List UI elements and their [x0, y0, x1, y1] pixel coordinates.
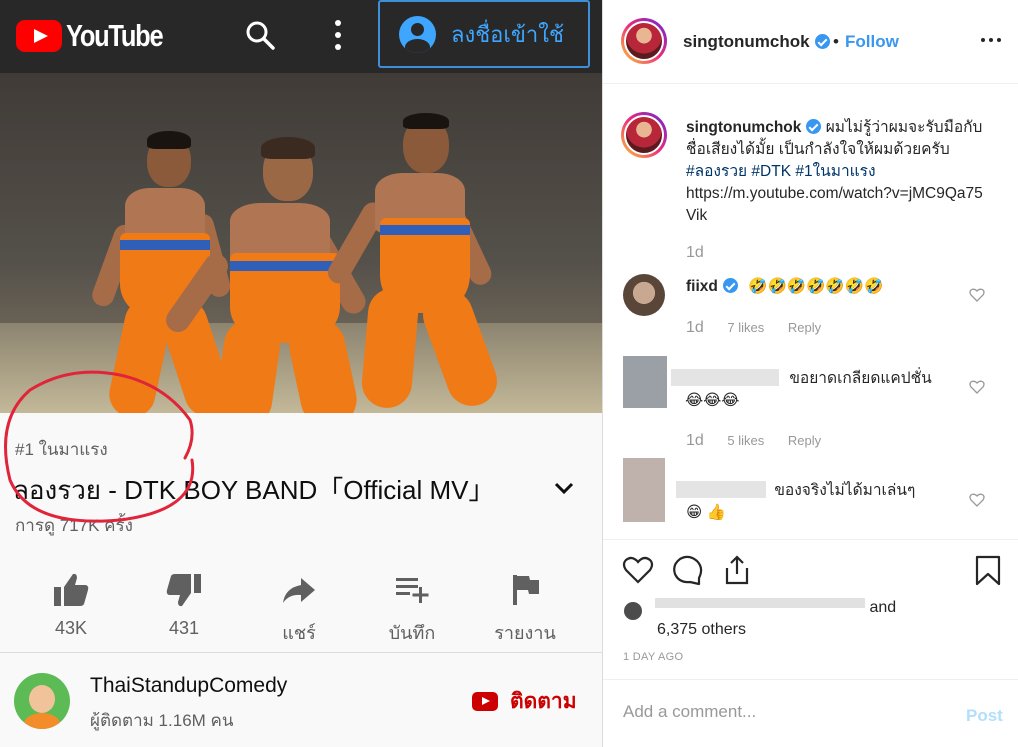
youtube-header: YouTube ลงชื่อเข้าใช้ [0, 0, 602, 73]
comment-meta: 1d 5 likes Reply [686, 432, 841, 450]
search-icon[interactable] [244, 19, 276, 51]
bookmark-icon[interactable] [972, 554, 1004, 586]
post-date[interactable]: 1 DAY AGO [623, 651, 683, 663]
blurred-liker-names[interactable] [655, 598, 865, 608]
youtube-panel: YouTube ลงชื่อเข้าใช้ #1 ในมาแรง ลองรวย … [0, 0, 602, 747]
channel-avatar[interactable] [14, 673, 70, 729]
signin-label: ลงชื่อเข้าใช้ [451, 21, 564, 47]
reply-button[interactable]: Reply [788, 433, 821, 448]
add-comment-bar: Post [603, 679, 1018, 747]
reply-button[interactable]: Reply [788, 320, 821, 335]
youtube-subscribe-icon [472, 692, 498, 711]
heart-icon[interactable] [622, 554, 654, 586]
caption-time[interactable]: 1d [686, 244, 704, 261]
video-info: #1 ในมาแรง ลองรวย - DTK BOY BAND「Officia… [0, 413, 602, 649]
action-bar: 43K 431 แชร์ บันทึก รายงาน [0, 558, 602, 648]
author-avatar[interactable] [621, 18, 667, 64]
share-button[interactable]: แชร์ [244, 558, 354, 648]
comment-emojis: 😂😂😂 [685, 392, 740, 409]
comment-icon[interactable] [672, 554, 704, 586]
subscribe-label: ติดตาม [510, 690, 577, 713]
instagram-panel: singtonumchok • Follow singtonumchok ผมไ… [603, 0, 1018, 747]
comment-text: ขอยาดเกลียดแคปชั่น [789, 370, 932, 387]
comment-avatar-blurred[interactable] [623, 458, 665, 522]
save-label: บันทึก [388, 623, 436, 643]
post-button[interactable]: Post [966, 706, 1003, 726]
comments-section[interactable]: singtonumchok ผมไม่รู้ว่าผมจะรับมือกับชื… [603, 84, 1018, 539]
separator-dot: • [833, 32, 839, 51]
caption-username[interactable]: singtonumchok [686, 119, 801, 136]
blurred-username[interactable] [671, 369, 779, 386]
comment-1: fiixd 🤣🤣🤣🤣🤣🤣🤣 [686, 276, 883, 298]
comment-username[interactable]: fiixd [686, 278, 718, 295]
thumbs-up-icon [54, 573, 89, 606]
caption-hashtags[interactable]: #ลองรวย #DTK #1ในมาแรง [686, 163, 876, 180]
more-options-icon[interactable] [979, 36, 1003, 44]
comment-text: 🤣🤣🤣🤣🤣🤣🤣 [748, 278, 884, 295]
dislike-button[interactable]: 431 [129, 558, 239, 648]
subscribe-button[interactable]: ติดตาม [472, 685, 577, 718]
dancer-right [323, 113, 505, 413]
dislike-count: 431 [168, 618, 200, 638]
flag-icon [513, 575, 539, 605]
likes-and: and [869, 599, 897, 616]
trending-label[interactable]: #1 ในมาแรง [15, 436, 108, 463]
heart-icon[interactable] [969, 379, 985, 395]
view-count: การดู 717K ครั้ง [15, 516, 133, 535]
share-icon [283, 578, 315, 603]
author-username[interactable]: singtonumchok [683, 32, 830, 52]
verified-icon [814, 34, 830, 49]
more-vert-icon[interactable] [333, 20, 343, 50]
signin-button[interactable]: ลงชื่อเข้าใช้ [378, 0, 590, 68]
video-title: ลองรวย - DTK BOY BAND「Official MV」 [13, 475, 495, 505]
youtube-play-icon [16, 20, 62, 52]
thumbs-down-icon [166, 574, 201, 607]
share-icon[interactable] [721, 554, 753, 586]
comment-3: ของจริงไม่ได้มาเล่นๆ 😁 👍 [676, 480, 961, 524]
likes-others[interactable]: 6,375 others [657, 621, 746, 638]
comment-time[interactable]: 1d [686, 319, 704, 336]
youtube-logo[interactable]: YouTube [16, 18, 184, 53]
like-count: 43K [54, 618, 88, 638]
subscriber-count: ผู้ติดตาม 1.16M คน [90, 711, 234, 730]
comment-emojis: 😁 👍 [686, 504, 726, 521]
follow-button[interactable]: Follow [845, 32, 899, 52]
comment-avatar-blurred[interactable] [623, 356, 667, 408]
youtube-logo-text: YouTube [66, 18, 164, 53]
caption: singtonumchok ผมไม่รู้ว่าผมจะรับมือกับชื… [686, 117, 986, 227]
heart-icon[interactable] [969, 492, 985, 508]
likes-summary[interactable]: and 6,375 others [623, 597, 1003, 641]
comment-time[interactable]: 1d [686, 432, 704, 449]
comment-likes[interactable]: 7 likes [727, 320, 764, 335]
account-icon [399, 15, 436, 53]
like-button[interactable]: 43K [16, 558, 126, 648]
share-label: แชร์ [282, 623, 316, 643]
post-actions [603, 539, 1018, 599]
caption-avatar[interactable] [621, 112, 667, 158]
caption-meta: 1d [686, 244, 724, 262]
add-comment-input[interactable] [623, 702, 923, 722]
chevron-down-icon[interactable] [553, 480, 575, 496]
save-button[interactable]: บันทึก [357, 558, 467, 648]
verified-icon [806, 119, 822, 134]
report-label: รายงาน [494, 623, 556, 643]
post-header: singtonumchok • Follow [603, 0, 1018, 84]
comment-likes[interactable]: 5 likes [727, 433, 764, 448]
verified-icon [722, 278, 738, 293]
comment-2: ขอยาดเกลียดแคปชั่น 😂😂😂 [671, 368, 961, 412]
channel-name[interactable]: ThaiStandupComedy [90, 674, 287, 698]
blurred-username[interactable] [676, 481, 766, 498]
report-button[interactable]: รายงาน [470, 558, 580, 648]
heart-icon[interactable] [969, 287, 985, 303]
add-to-playlist-icon [396, 578, 429, 603]
channel-row[interactable]: ThaiStandupComedy ผู้ติดตาม 1.16M คน ติด… [0, 652, 602, 747]
caption-url[interactable]: https://m.youtube.com/watch?v=jMC9Qa75Vi… [686, 183, 986, 227]
comment-avatar[interactable] [623, 274, 665, 316]
comment-text: ของจริงไม่ได้มาเล่นๆ [774, 482, 916, 499]
comment-meta: 1d 7 likes Reply [686, 319, 841, 337]
video-player[interactable] [0, 73, 602, 413]
